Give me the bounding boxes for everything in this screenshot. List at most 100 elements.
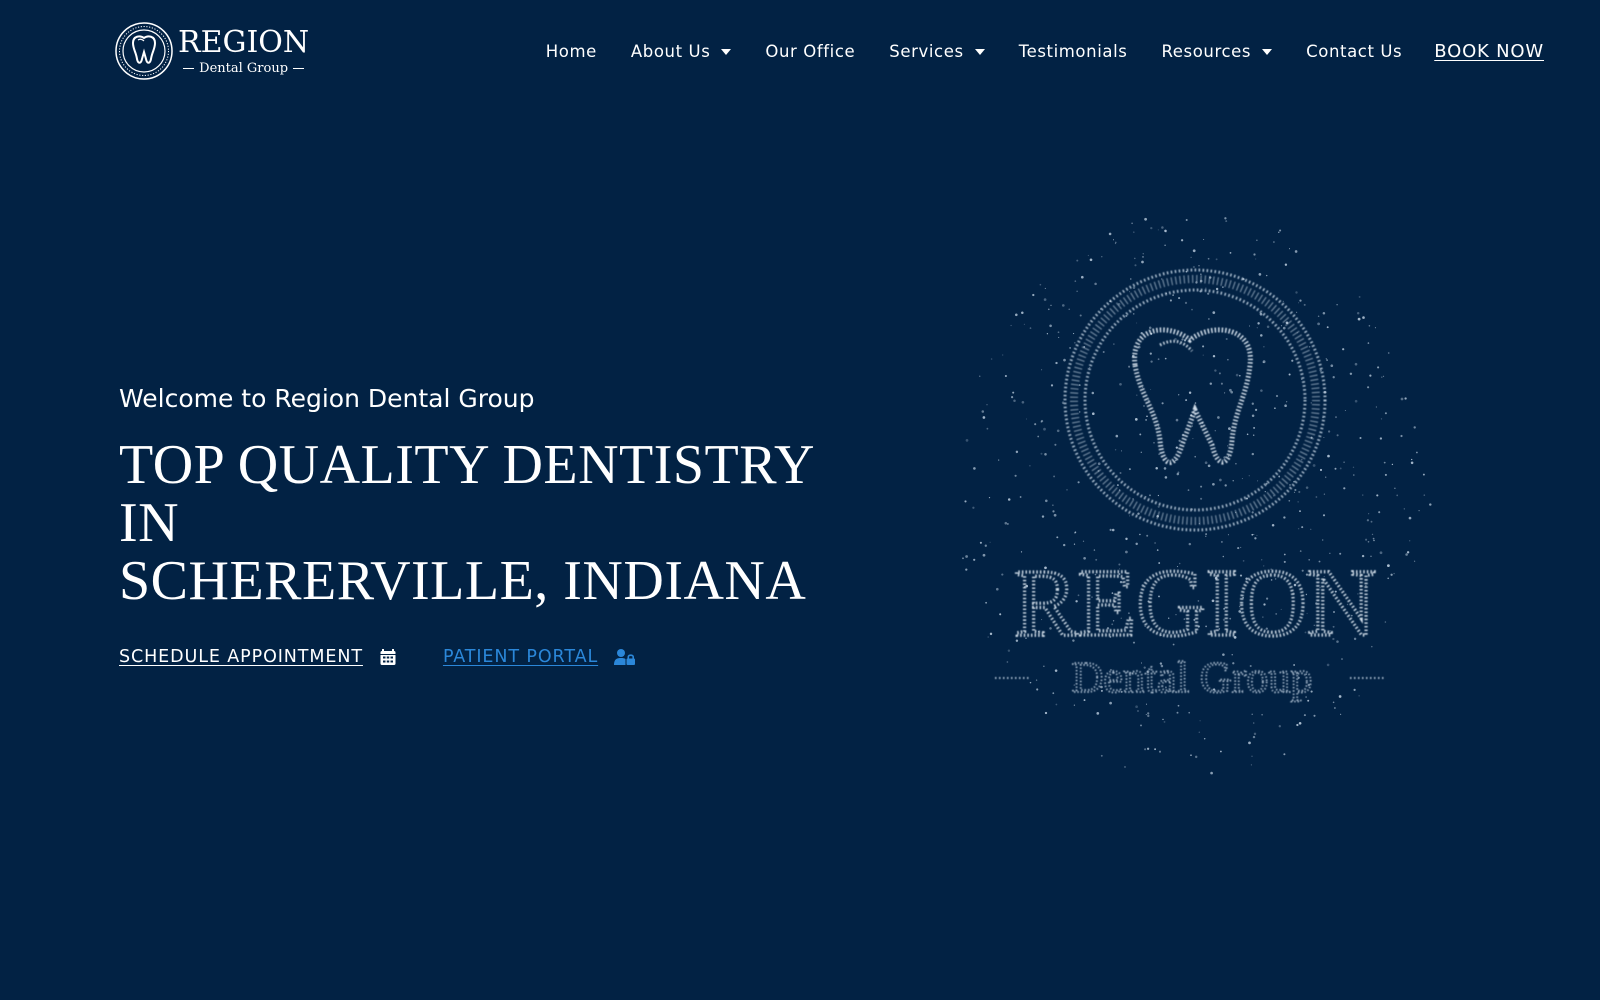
particle-dot <box>1188 391 1192 394</box>
particle-dot <box>1149 494 1151 497</box>
particle-dot <box>1039 283 1042 286</box>
particle-dot <box>1021 311 1024 315</box>
particle-dot <box>1391 463 1394 466</box>
particle-dot <box>1073 341 1076 344</box>
particle-dot <box>1080 275 1084 279</box>
particle-dot <box>1310 402 1313 404</box>
particle-dot <box>1163 720 1166 723</box>
particle-dot <box>1256 239 1258 241</box>
particle-dot <box>1150 360 1153 363</box>
nav-item-services[interactable]: Services <box>889 42 985 61</box>
particle-dot <box>1050 384 1054 387</box>
particle-dot <box>1220 750 1222 753</box>
particle-dot <box>1374 327 1376 329</box>
caret-down-icon <box>1262 48 1273 55</box>
particle-dot <box>1370 520 1373 523</box>
particle-dot <box>1073 333 1075 335</box>
particle-dot <box>1050 304 1052 306</box>
particle-dot <box>1423 494 1426 496</box>
main-nav: Home About Us Our Office Services Testim… <box>546 38 1544 64</box>
particle-dot <box>999 613 1002 616</box>
particle-dot <box>1207 257 1210 260</box>
particle-dot <box>1299 299 1302 302</box>
particle-dot <box>1400 434 1403 438</box>
particle-dot <box>1224 392 1226 394</box>
particle-dot <box>1371 533 1374 536</box>
nav-item-resources[interactable]: Resources <box>1161 42 1273 61</box>
site-header: REGION Dental Group Home About Us Our Of… <box>0 0 1600 104</box>
particle-dot <box>1044 287 1046 289</box>
particle-dot <box>1146 534 1149 537</box>
nav-item-our-office[interactable]: Our Office <box>765 42 855 61</box>
nav-item-testimonials[interactable]: Testimonials <box>1019 42 1128 61</box>
particle-dot <box>1137 710 1139 712</box>
particle-dot <box>1023 323 1025 325</box>
particle-dot <box>1139 533 1141 536</box>
particle-dot <box>1007 498 1011 501</box>
particle-dot <box>1305 486 1309 489</box>
nav-item-contact-us[interactable]: Contact Us <box>1306 42 1402 61</box>
particle-dot <box>1319 468 1323 472</box>
particle-dot <box>1220 382 1223 385</box>
particle-dot <box>1185 399 1188 402</box>
particle-dot <box>1129 515 1131 517</box>
particle-dot <box>1025 418 1028 420</box>
nav-item-about-us[interactable]: About Us <box>631 42 732 61</box>
particle-dot <box>1358 295 1361 298</box>
particle-dot <box>1387 577 1390 580</box>
particle-dot <box>1149 352 1152 355</box>
particle-dot <box>1410 461 1414 465</box>
particle-dot <box>1101 256 1103 258</box>
particle-dot <box>1283 753 1286 756</box>
particle-dot <box>1200 273 1202 275</box>
particle-dot <box>1040 419 1044 423</box>
schedule-appointment-link[interactable]: SCHEDULE APPOINTMENT <box>119 647 397 667</box>
particle-dot <box>1225 220 1228 223</box>
particle-dot <box>1112 239 1115 241</box>
particle-dot <box>965 555 968 558</box>
particle-dot <box>1284 263 1288 266</box>
particle-dot <box>1405 553 1408 556</box>
particle-dot <box>1063 543 1066 547</box>
particle-dot <box>1297 501 1299 503</box>
particle-dot <box>1334 467 1337 470</box>
particle-dot <box>1074 280 1077 282</box>
particle-dot <box>1054 669 1058 672</box>
particle-dot <box>1004 521 1008 525</box>
particle-dot <box>1338 695 1342 698</box>
particle-dot <box>973 558 976 561</box>
particle-dot <box>1330 364 1334 368</box>
site-logo[interactable]: REGION Dental Group <box>114 20 314 82</box>
particle-dot <box>1225 337 1228 341</box>
book-now-link[interactable]: BOOK NOW <box>1434 41 1544 62</box>
particle-dot <box>1091 412 1095 416</box>
particle-dot <box>1021 400 1025 404</box>
particle-dot <box>1288 499 1291 502</box>
particle-dot <box>1375 406 1378 408</box>
nav-item-home[interactable]: Home <box>546 42 597 61</box>
particle-dot <box>1190 754 1192 757</box>
particle-dot <box>1260 334 1263 337</box>
particle-dot <box>1265 482 1268 485</box>
particle-dot <box>1353 688 1356 692</box>
hero-section: Welcome to Region Dental Group TOP QUALI… <box>119 384 879 667</box>
calendar-icon <box>380 649 396 665</box>
particle-dot <box>1054 443 1057 446</box>
particle-dot <box>1203 238 1205 241</box>
particle-dot <box>1176 711 1179 714</box>
particle-dot <box>1210 771 1213 775</box>
particle-dot <box>1265 274 1268 277</box>
particle-dot <box>1303 303 1306 306</box>
particle-dot <box>1125 314 1128 317</box>
particle-dot <box>1045 499 1048 503</box>
particle-dot <box>1413 426 1416 429</box>
particle-dot <box>1224 484 1227 487</box>
particle-dot <box>1078 384 1081 387</box>
patient-portal-link[interactable]: PATIENT PORTAL <box>443 647 636 667</box>
particle-dot <box>1134 418 1138 421</box>
particle-dot <box>1137 512 1140 515</box>
particle-logo-artwork: REGION Dental Group <box>962 217 1432 775</box>
particle-dot <box>1413 560 1416 562</box>
particle-dot <box>1209 382 1213 385</box>
particle-dot <box>1102 351 1105 353</box>
